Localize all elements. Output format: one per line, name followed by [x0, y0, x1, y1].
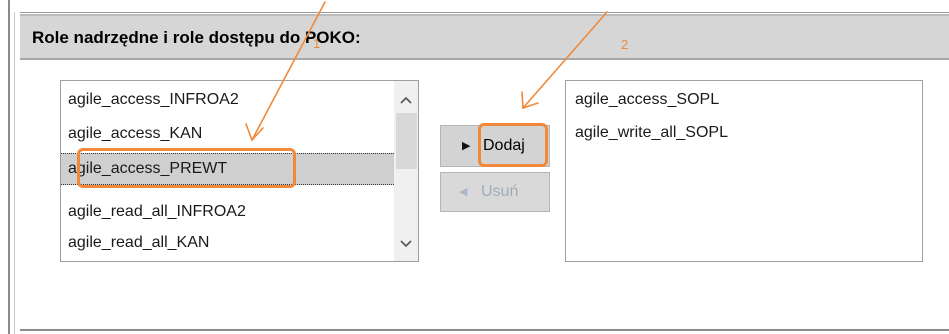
scroll-thumb[interactable]	[396, 113, 417, 169]
annotation-marker-2: 2	[621, 37, 629, 52]
highlight-box-add-button	[478, 123, 548, 167]
remove-button-label: Usuń	[481, 183, 519, 200]
play-arrow-icon: ▶	[462, 140, 471, 152]
panel-bottom-border	[20, 329, 949, 331]
window-edge	[8, 0, 10, 334]
highlight-box-selected-item	[77, 148, 296, 188]
list-item[interactable]: agile_access_SOPL	[575, 84, 719, 116]
list-item[interactable]: agile_read_all_KAN	[68, 227, 209, 259]
annotation-marker-1: 1	[313, 36, 321, 51]
assigned-roles-list[interactable]: agile_access_SOPL agile_write_all_SOPL	[565, 80, 923, 262]
list-item[interactable]: agile_access_INFROA2	[68, 84, 239, 116]
list-scrollbar[interactable]	[394, 81, 418, 261]
list-item[interactable]: agile_read_all_INFROA2	[68, 196, 246, 228]
panel-header: Role nadrzędne i role dostępu do POKO:	[20, 14, 949, 60]
list-item[interactable]: agile_write_all_SOPL	[575, 117, 728, 149]
remove-button[interactable]: ◀ Usuń	[440, 172, 550, 212]
back-arrow-icon: ◀	[459, 186, 468, 198]
list-item[interactable]: agile_access_KAN	[68, 118, 202, 150]
window-edge-inner	[14, 12, 15, 334]
panel-title: Role nadrzędne i role dostępu do POKO:	[32, 28, 361, 47]
scroll-up-icon[interactable]	[394, 87, 418, 111]
scroll-down-icon[interactable]	[394, 231, 418, 255]
